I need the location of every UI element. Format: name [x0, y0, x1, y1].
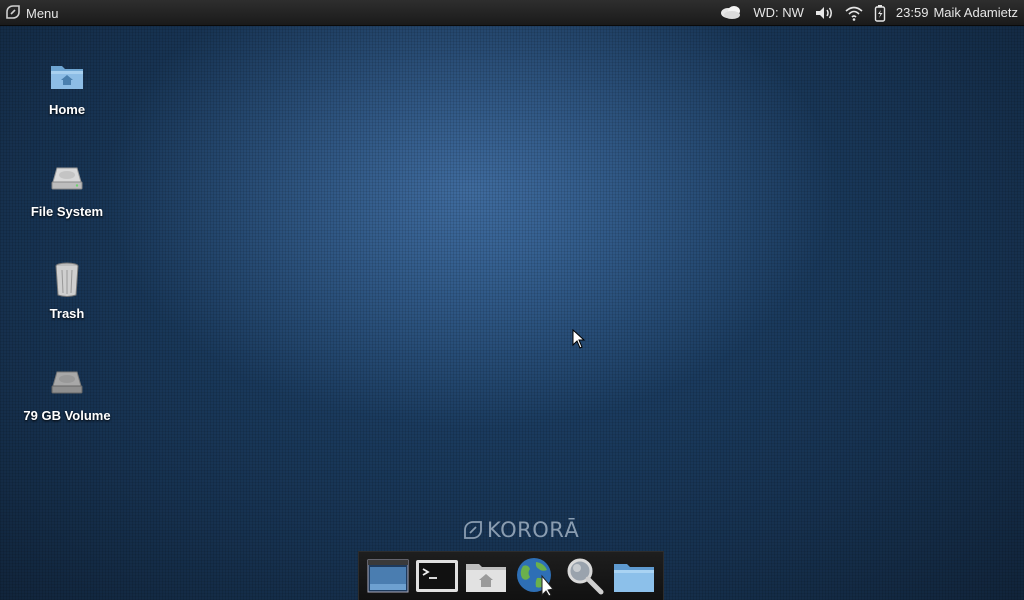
dock-item-terminal[interactable]: [414, 554, 460, 598]
terminal-icon: [415, 560, 458, 592]
kororaa-logo-icon: [464, 521, 482, 539]
weather-cloud-icon[interactable]: [719, 4, 743, 22]
dock-item-show-desktop[interactable]: [365, 554, 411, 598]
desktop-icon-file-system[interactable]: File System: [12, 158, 122, 219]
volume-drive-icon: [47, 362, 87, 402]
dock: [358, 551, 664, 600]
desktop-icon-79gb-volume[interactable]: 79 GB Volume: [12, 362, 122, 423]
desktop-icon-trash[interactable]: Trash: [12, 260, 122, 321]
home-folder-icon: [47, 56, 87, 96]
trash-icon: [47, 260, 87, 300]
home-folder-icon: [466, 564, 507, 592]
clock[interactable]: 23:59: [896, 5, 929, 20]
desktop-icon-home[interactable]: Home: [12, 56, 122, 117]
web-browser-icon: [516, 558, 554, 596]
kororaa-wallpaper-logo: KORORĀ: [462, 518, 579, 542]
desktop-icon: [367, 559, 409, 593]
weather-wind-label[interactable]: WD: NW: [753, 5, 804, 20]
desktop-icon-label: Trash: [49, 306, 85, 321]
hard-drive-icon: [47, 158, 87, 198]
desktop-icon-label: 79 GB Volume: [23, 408, 111, 423]
dock-item-home-folder[interactable]: [463, 554, 509, 598]
dock-item-folder[interactable]: [611, 554, 657, 598]
dock-item-search[interactable]: [562, 554, 608, 598]
logo-text: KORORĀ: [487, 518, 580, 542]
search-icon: [567, 558, 604, 595]
desktop-icon-label: File System: [30, 204, 104, 219]
folder-icon: [614, 564, 655, 592]
volume-icon[interactable]: [814, 5, 834, 21]
desktop-icon-label: Home: [48, 102, 86, 117]
menu-label: Menu: [26, 5, 59, 21]
mouse-cursor-icon: [572, 328, 586, 353]
menu-button[interactable]: Menu: [4, 4, 59, 22]
user-name[interactable]: Maik Adamietz: [933, 5, 1018, 20]
dock-item-web-browser[interactable]: [513, 554, 559, 598]
kororaa-logo-icon: [4, 3, 22, 24]
wifi-icon[interactable]: [844, 5, 864, 21]
system-tray: WD: NW 23:59 Maik Adamietz: [719, 0, 1018, 25]
top-panel: Menu WD: NW 23:59 Maik Adamietz: [0, 0, 1024, 26]
battery-icon[interactable]: [874, 4, 886, 22]
